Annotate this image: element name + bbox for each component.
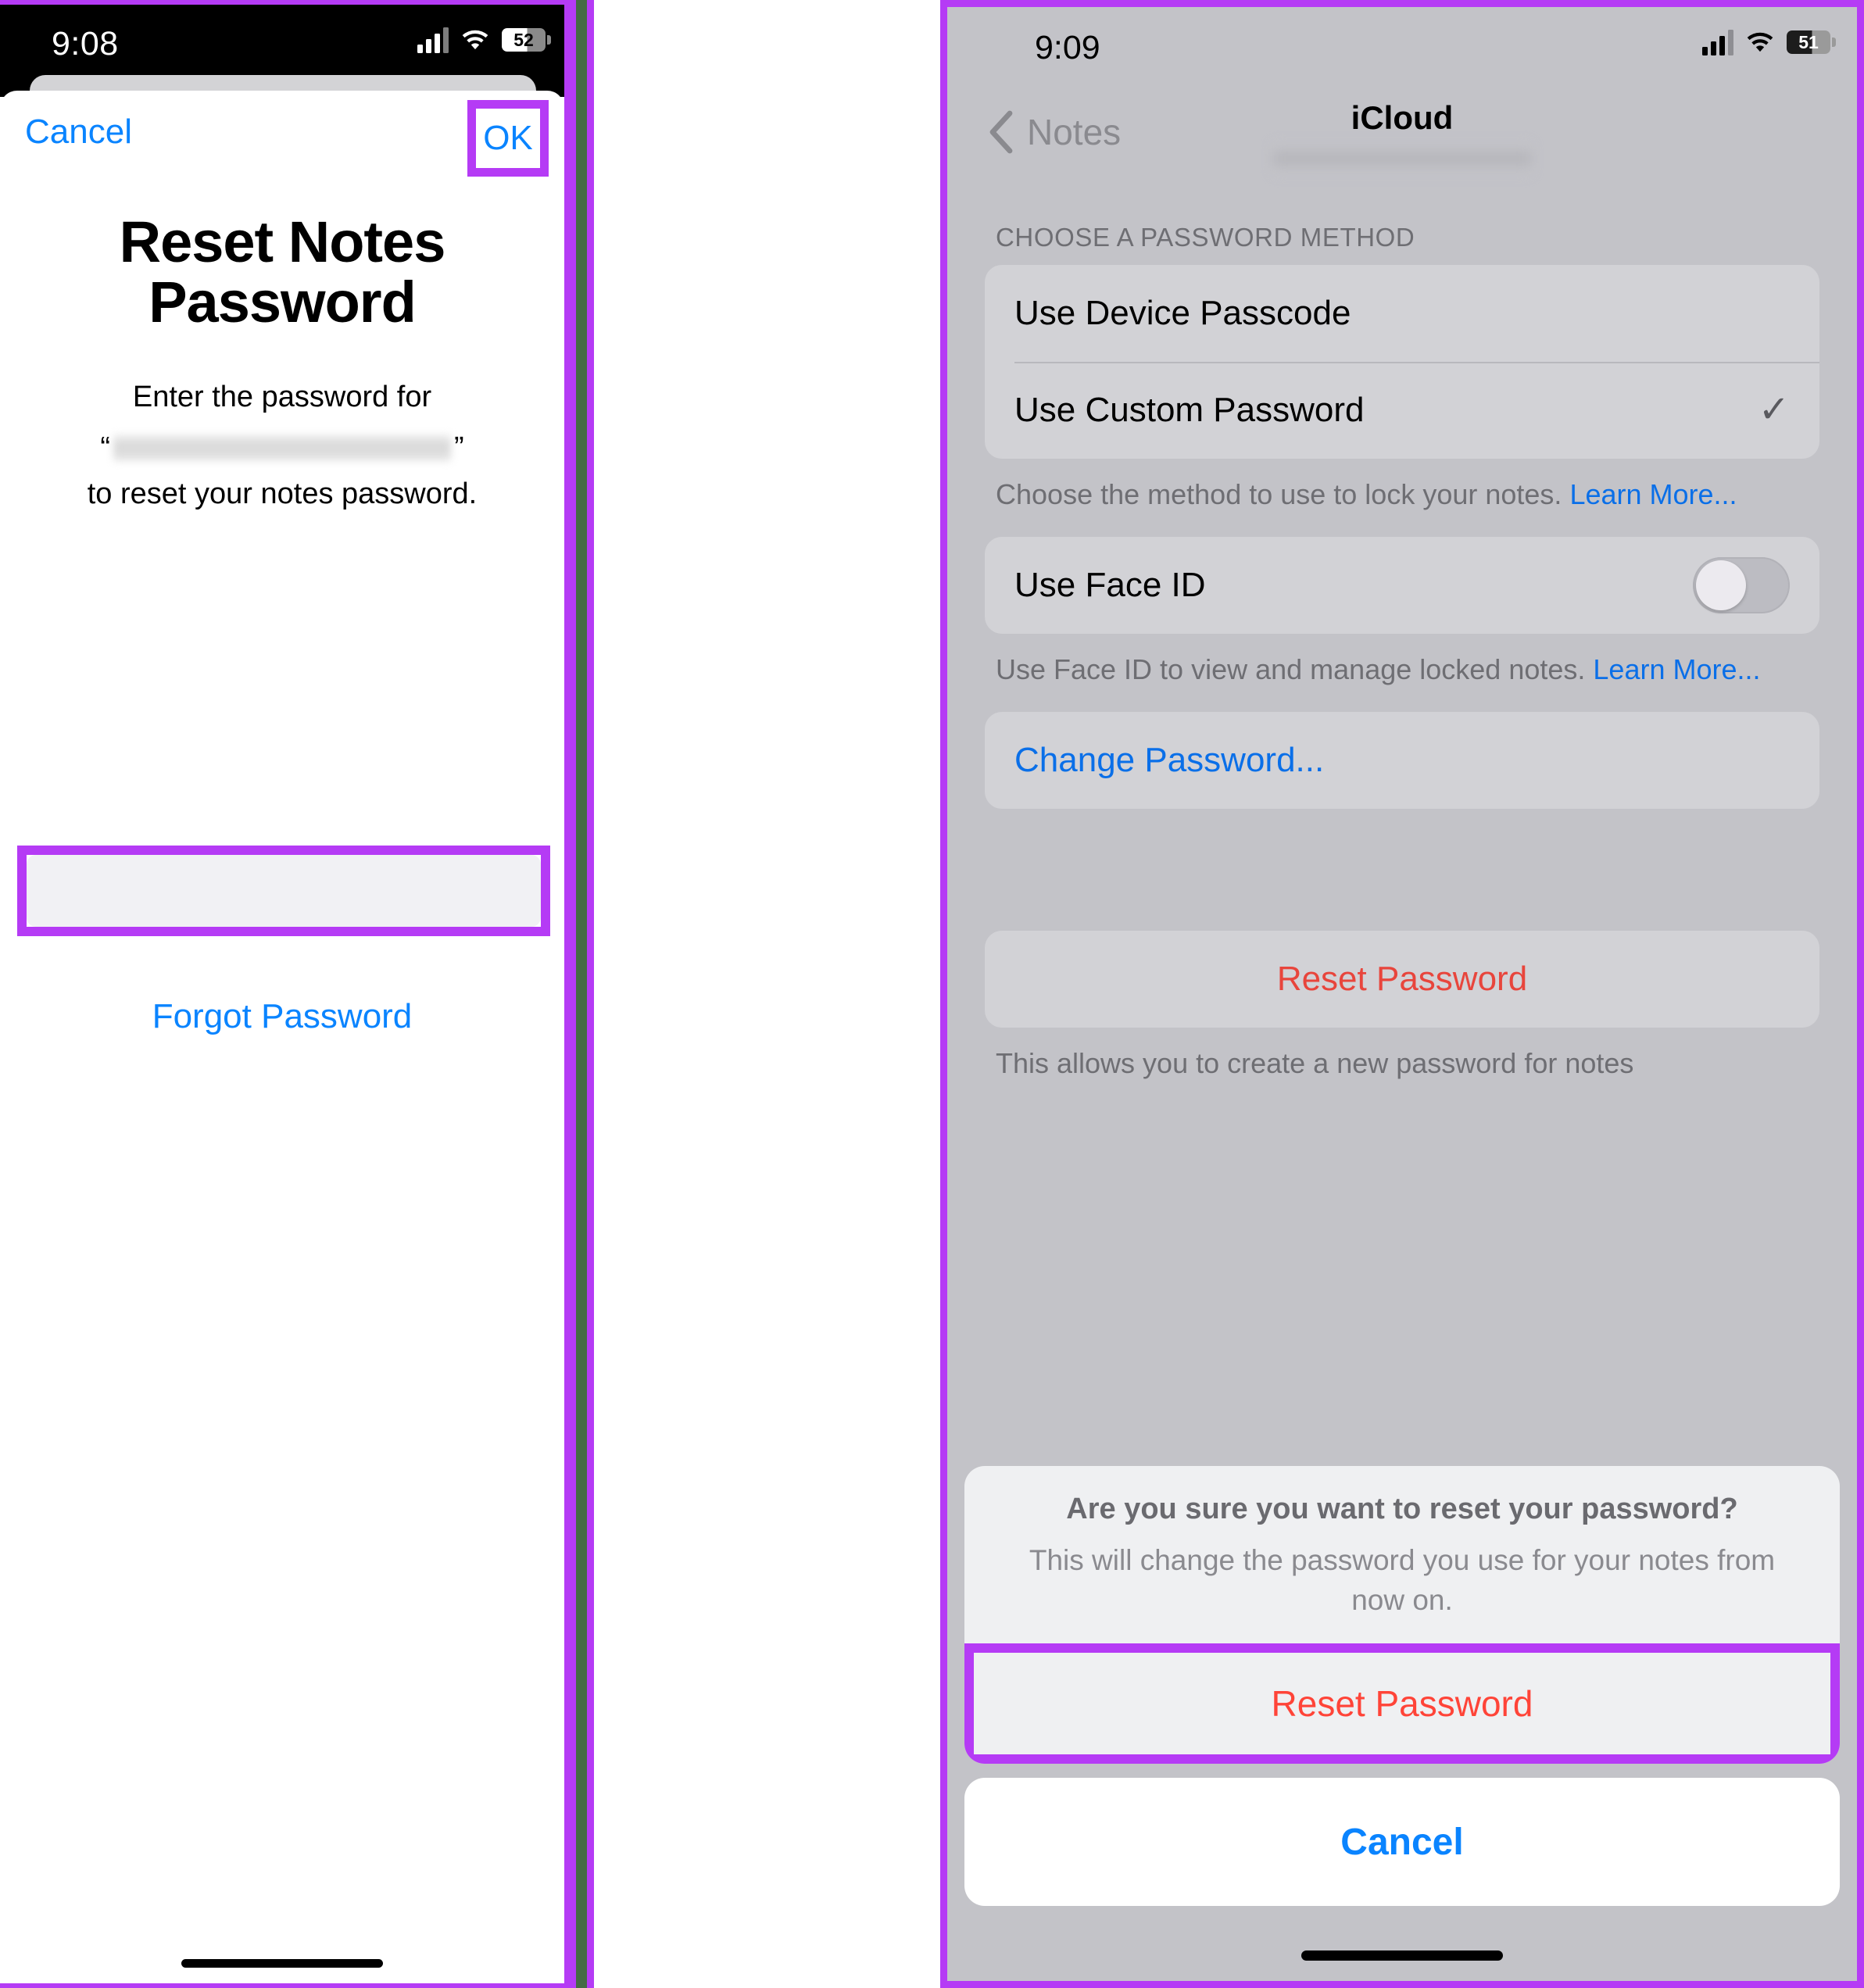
divider-edge-left: [569, 0, 576, 1988]
ok-button-highlight: OK: [467, 100, 549, 177]
reset-password-footnote: This allows you to create a new password…: [996, 1047, 1634, 1080]
forgot-password-link[interactable]: Forgot Password: [0, 997, 564, 1036]
left-status-icons: 52: [417, 27, 551, 53]
dialog-message-account-line: “ ”: [0, 426, 564, 470]
password-input[interactable]: [27, 855, 541, 927]
wifi-icon: [1747, 32, 1773, 52]
dialog-nav-bar: Cancel OK: [0, 91, 564, 177]
row-change-password[interactable]: Change Password...: [985, 712, 1819, 809]
row-use-custom-password[interactable]: Use Custom Password ✓: [985, 362, 1819, 459]
quote-open: “: [100, 431, 110, 464]
wifi-icon: [462, 30, 488, 50]
quote-close: ”: [454, 431, 464, 464]
row-use-device-passcode[interactable]: Use Device Passcode: [985, 265, 1819, 362]
action-sheet-main-card: Are you sure you want to reset your pass…: [964, 1465, 1840, 1764]
row-use-face-id[interactable]: Use Face ID: [985, 537, 1819, 634]
action-sheet-header: Are you sure you want to reset your pass…: [964, 1466, 1840, 1643]
dialog-title: Reset Notes Password: [119, 209, 446, 334]
left-phone-frame: 9:08 52 Cancel OK Reset Notes Password E…: [0, 0, 569, 1988]
home-indicator: [1301, 1950, 1503, 1961]
screenshot-root: 9:08 52 Cancel OK Reset Notes Password E…: [0, 0, 1864, 1988]
action-sheet-reset-password-label: Reset Password: [1271, 1683, 1533, 1724]
row-label: Use Custom Password: [1014, 391, 1365, 429]
right-status-icons: 51: [1702, 29, 1836, 55]
learn-more-link[interactable]: Learn More...: [1569, 478, 1737, 510]
action-sheet-destructive-highlight: Reset Password: [964, 1643, 1840, 1764]
change-password-card: Change Password...: [985, 712, 1819, 810]
change-password-button[interactable]: Change Password...: [1014, 741, 1324, 780]
checkmark-icon: ✓: [1758, 389, 1790, 431]
reset-notes-password-dialog: Cancel OK Reset Notes Password Enter the…: [0, 91, 564, 1983]
home-indicator: [181, 1959, 383, 1968]
action-sheet-title: Are you sure you want to reset your pass…: [1066, 1492, 1738, 1525]
faceid-footnote: Use Face ID to view and manage locked no…: [996, 651, 1810, 688]
redacted-account-subtitle: [1273, 143, 1531, 174]
chevron-left-icon: [989, 110, 1013, 154]
dialog-message-line-1: Enter the password for: [132, 380, 432, 413]
battery-icon: 51: [1787, 30, 1836, 54]
toggle-knob: [1696, 560, 1746, 611]
left-status-time: 9:08: [52, 25, 119, 63]
ok-button[interactable]: OK: [483, 119, 533, 158]
dialog-message: Enter the password for “ ” to reset your…: [0, 375, 564, 517]
action-sheet-cancel-button[interactable]: Cancel: [964, 1778, 1840, 1906]
dialog-message-line-3: to reset your notes password.: [87, 477, 478, 510]
cellular-bars-icon: [417, 27, 449, 53]
battery-percent: 51: [1798, 31, 1819, 52]
row-label: Use Face ID: [1014, 566, 1206, 605]
right-nav-bar: iCloud Notes: [947, 99, 1857, 193]
divider-edge-right: [587, 0, 594, 1988]
password-method-card: Use Device Passcode Use Custom Password …: [985, 265, 1819, 459]
section-header-password-method: CHOOSE A PASSWORD METHOD: [996, 223, 1415, 252]
faceid-card: Use Face ID: [985, 537, 1819, 635]
redacted-account-email: [113, 434, 451, 462]
left-screen-panel: 9:08 52 Cancel OK Reset Notes Password E…: [0, 0, 936, 1988]
learn-more-link[interactable]: Learn More...: [1593, 653, 1760, 685]
row-reset-password[interactable]: Reset Password: [985, 931, 1819, 1028]
action-sheet-cancel-label: Cancel: [1340, 1821, 1464, 1863]
right-status-bar: 9:09 51: [947, 7, 1857, 99]
password-input-highlight: [17, 846, 550, 936]
back-button-label: Notes: [1027, 112, 1122, 152]
footnote-text: Use Face ID to view and manage locked no…: [996, 653, 1594, 686]
action-sheet-message: This will change the password you use fo…: [1029, 1543, 1776, 1616]
footnote-text: Choose the method to use to lock your no…: [996, 478, 1570, 510]
battery-percent: 52: [513, 29, 534, 50]
back-button[interactable]: Notes: [988, 110, 1121, 154]
panel-divider: [569, 0, 594, 1988]
right-status-time: 9:09: [1035, 29, 1100, 66]
toggle-switch-icon[interactable]: [1693, 557, 1790, 614]
row-label: Use Device Passcode: [1014, 294, 1351, 332]
action-sheet: Are you sure you want to reset your pass…: [964, 1465, 1840, 1981]
cellular-bars-icon: [1702, 29, 1733, 55]
action-sheet-reset-password-button[interactable]: Reset Password: [974, 1653, 1830, 1754]
reset-password-button[interactable]: Reset Password: [1277, 960, 1527, 999]
reset-password-card: Reset Password: [985, 931, 1819, 1028]
right-screen-panel: 9:09 51 iCloud Notes CHOOSE A PASSWORD M…: [940, 0, 1864, 1988]
password-method-footnote: Choose the method to use to lock your no…: [996, 476, 1810, 513]
battery-icon: 52: [502, 28, 551, 52]
cancel-button[interactable]: Cancel: [25, 113, 132, 152]
